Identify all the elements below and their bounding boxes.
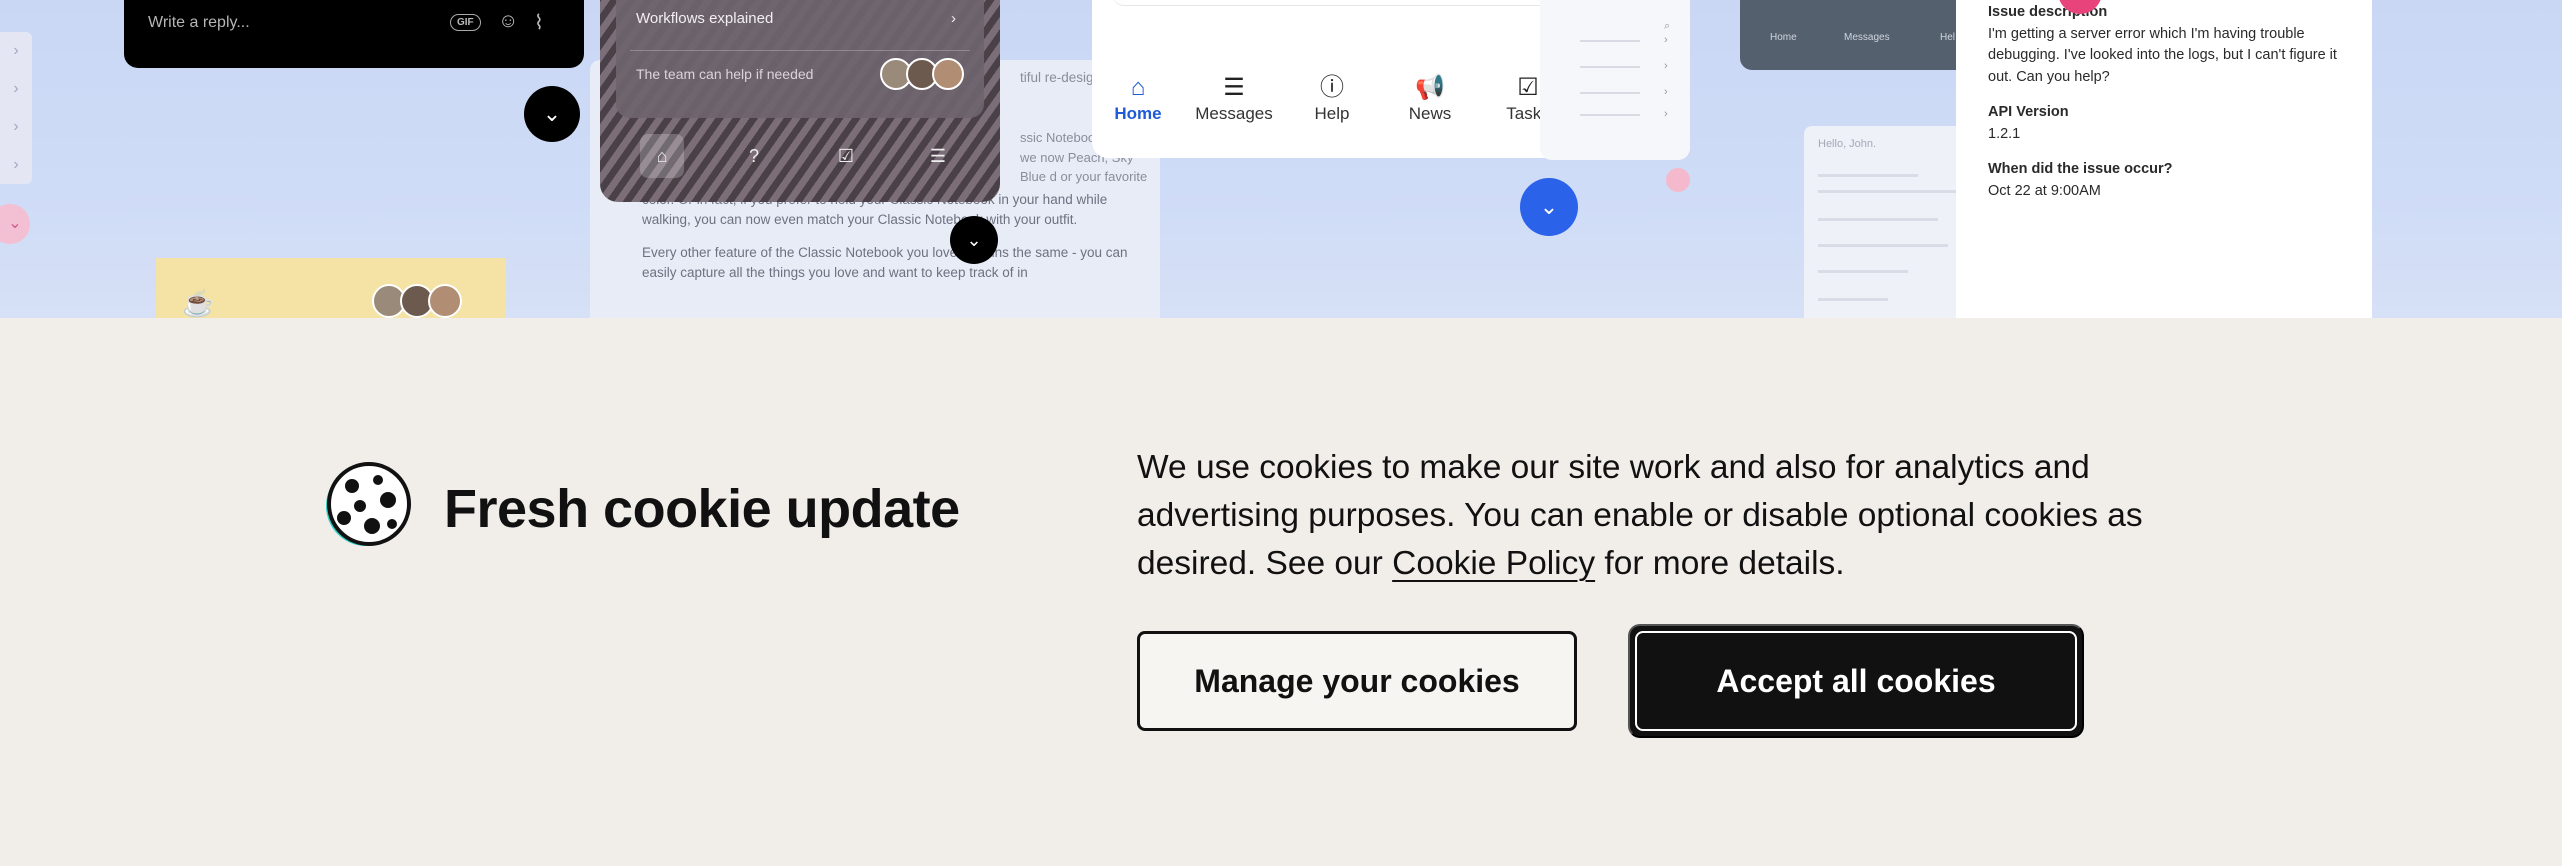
help-icon: ?	[748, 146, 759, 166]
chevron-right-icon: ›	[1664, 60, 1668, 72]
placeholder-line	[1818, 174, 1918, 177]
input-edge	[1112, 0, 1560, 6]
placeholder-line	[1818, 190, 1978, 193]
chevron-right-icon: ›	[1664, 86, 1668, 98]
side-strip: › › › ›	[0, 32, 32, 184]
issue-time-label: When did the issue occur?	[1988, 161, 2173, 177]
mini-panel: ⌕ › › › ›	[1540, 0, 1690, 160]
placeholder-line	[1818, 218, 1938, 221]
workflow-card-inner: Workflows explained › The team can help …	[616, 0, 984, 118]
tea-card: ☕	[156, 258, 506, 318]
attachment-icon: ⌇	[534, 12, 544, 34]
avatar	[932, 58, 964, 90]
nav-news: 📢 News	[1380, 72, 1480, 124]
api-version-value: 1.2.1	[1988, 125, 2021, 142]
reply-composer: Write a reply... GIF ☺ ⌇	[124, 0, 584, 68]
divider	[630, 50, 970, 51]
issue-time-value: Oct 22 at 9:00AM	[1988, 182, 2101, 199]
cookie-policy-link[interactable]: Cookie Policy	[1392, 545, 1595, 582]
placeholder-line	[1818, 270, 1908, 273]
avatar-group	[880, 58, 964, 90]
workflow-tabs: ⌂ ? ☑ ☰	[616, 126, 984, 186]
scroll-down-button: ⌄	[1520, 178, 1578, 236]
home-icon: ⌂	[1130, 74, 1146, 101]
chevron-right-icon: ›	[951, 10, 956, 27]
help-icon: ⓘ	[1320, 74, 1344, 101]
cookie-banner: Fresh cookie update We use cookies to ma…	[0, 318, 2562, 866]
search-icon: ⌕	[1664, 20, 1671, 32]
chevron-right-icon: ›	[13, 42, 19, 59]
gif-icon: GIF	[450, 14, 481, 31]
tab-messages: Messages	[1844, 32, 1890, 43]
banner-title: Fresh cookie update	[444, 479, 960, 539]
notification-dot	[1666, 168, 1690, 192]
reply-placeholder: Write a reply...	[148, 14, 250, 31]
chat-greeting: Hello, John.	[1818, 138, 1877, 150]
issue-panel: Issue description I'm getting a server e…	[1956, 0, 2372, 318]
chevron-down-icon: ⌄	[0, 204, 30, 244]
issue-description-value: I'm getting a server error which I'm hav…	[1988, 25, 2337, 85]
scroll-down-button: ⌄	[524, 86, 580, 142]
messages-icon: ☰	[1223, 74, 1245, 101]
tasks-icon: ☑	[837, 146, 855, 166]
news-icon: 📢	[1415, 74, 1445, 101]
workflow-link: Workflows explained ›	[636, 10, 956, 27]
chevron-right-icon: ›	[1664, 34, 1668, 46]
avatar	[428, 284, 462, 318]
nav-help: ⓘ Help	[1282, 72, 1382, 124]
chevron-right-icon: ›	[1664, 108, 1668, 120]
background-collage: › › › › ⌄ Write a reply... GIF ☺ ⌇ ⌄ ☕ t…	[0, 0, 2562, 318]
workflow-card: Workflows explained › The team can help …	[600, 0, 1000, 202]
placeholder-line	[1580, 114, 1640, 116]
emoji-icon: ☺	[498, 10, 519, 32]
scroll-down-button: ⌄	[950, 216, 998, 264]
nav-messages: ☰ Messages	[1184, 72, 1284, 124]
messages-icon: ☰	[929, 146, 947, 166]
accept-all-cookies-button[interactable]: Accept all cookies	[1628, 624, 2084, 738]
coffee-cup-icon: ☕	[182, 288, 215, 318]
nav-home: ⌂ Home	[1088, 72, 1188, 124]
placeholder-line	[1818, 298, 1888, 301]
placeholder-line	[1818, 244, 1948, 247]
dark-messenger-tabs: Home Messages Hel	[1740, 0, 1970, 70]
avatar-group	[372, 284, 462, 318]
home-icon: ⌂	[640, 134, 684, 178]
accept-all-cookies-label: Accept all cookies	[1635, 631, 2077, 731]
article-paragraph: Every other feature of the Classic Noteb…	[642, 245, 1128, 280]
chevron-right-icon: ›	[13, 118, 19, 135]
issue-description-label: Issue description	[1988, 4, 2108, 20]
tab-help: Hel	[1940, 32, 1956, 43]
banner-text: We use cookies to make our site work and…	[1137, 449, 2143, 582]
placeholder-line	[1580, 66, 1640, 68]
chevron-right-icon: ›	[13, 80, 19, 97]
messenger-nav-panel: ⌂ Home ☰ Messages ⓘ Help 📢 News ☑ Tasks	[1092, 0, 1580, 158]
tab-home: Home	[1770, 32, 1797, 43]
manage-cookies-button[interactable]: Manage your cookies	[1137, 631, 1577, 731]
chevron-right-icon: ›	[13, 156, 19, 173]
api-version-label: API Version	[1988, 104, 2069, 120]
cookie-icon	[326, 462, 411, 546]
placeholder-line	[1580, 40, 1640, 42]
placeholder-line	[1580, 92, 1640, 94]
